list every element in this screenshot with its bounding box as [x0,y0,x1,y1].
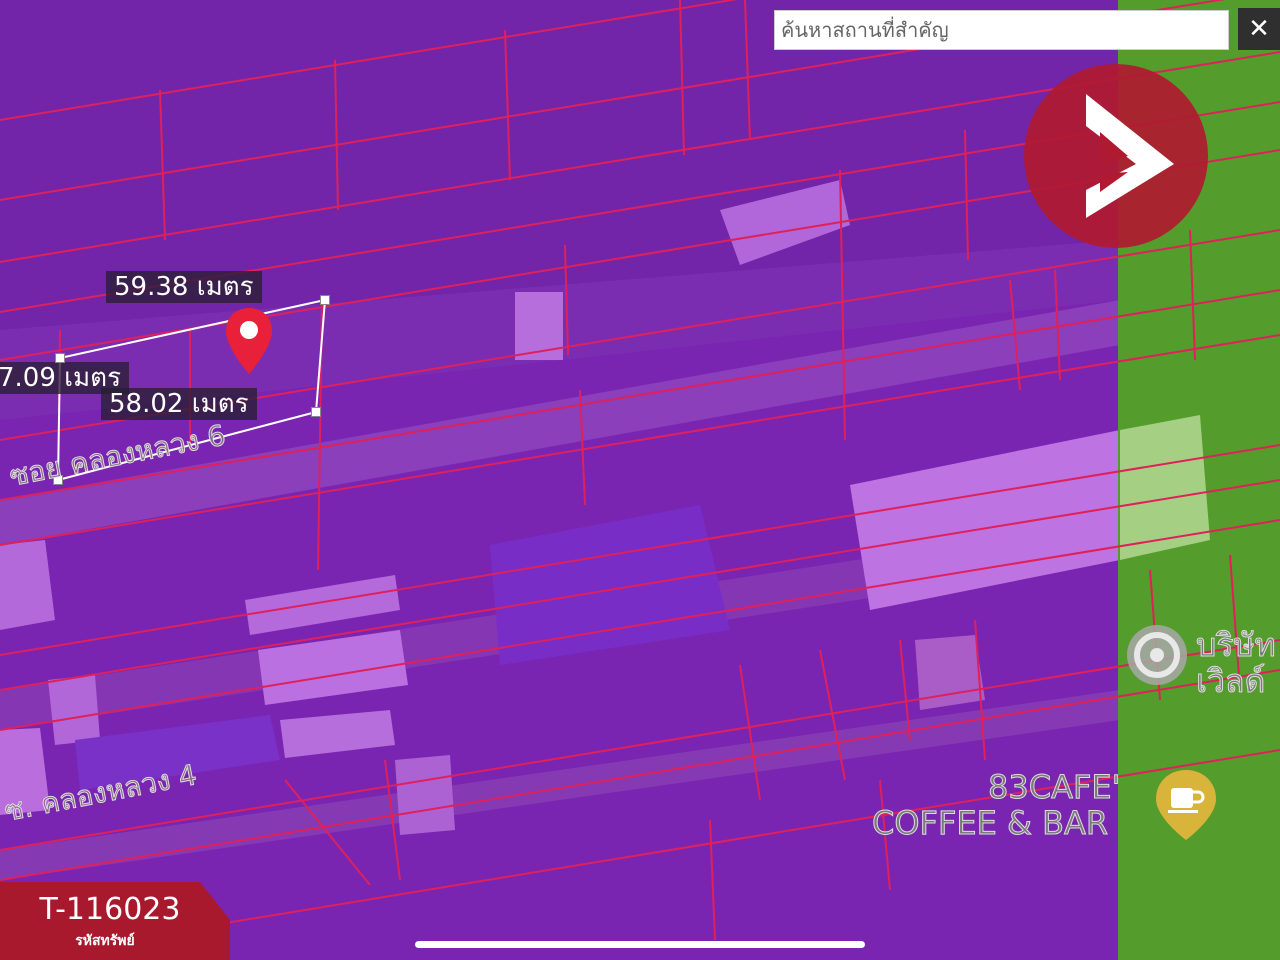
map-pin-icon[interactable] [223,306,275,376]
property-code-badge: T-116023 รหัสทรัพย์ [0,882,230,960]
close-icon: ✕ [1248,14,1270,44]
vertex-handle[interactable] [320,295,330,305]
measurement-top: 59.38 เมตร [106,271,262,303]
brand-logo [1024,64,1208,248]
poi-company-line2: เวิลด์ [1195,662,1266,700]
poi-cafe-line1: 83CAFE' [987,768,1121,806]
vertex-handle[interactable] [55,353,65,363]
home-indicator[interactable] [415,941,865,948]
vertex-handle[interactable] [311,407,321,417]
poi-cafe-line2: COFFEE & BAR [871,804,1109,842]
poi-company-line1: บริษัท [1196,626,1277,664]
coffee-cup-icon[interactable] [1153,768,1219,842]
close-button[interactable]: ✕ [1238,8,1280,50]
search-input[interactable] [774,10,1229,50]
measurement-bottom: 58.02 เมตร [101,388,257,420]
place-icon[interactable] [1124,622,1190,688]
property-code-label: รหัสทรัพย์ [75,933,135,949]
property-code: T-116023 [39,892,181,927]
